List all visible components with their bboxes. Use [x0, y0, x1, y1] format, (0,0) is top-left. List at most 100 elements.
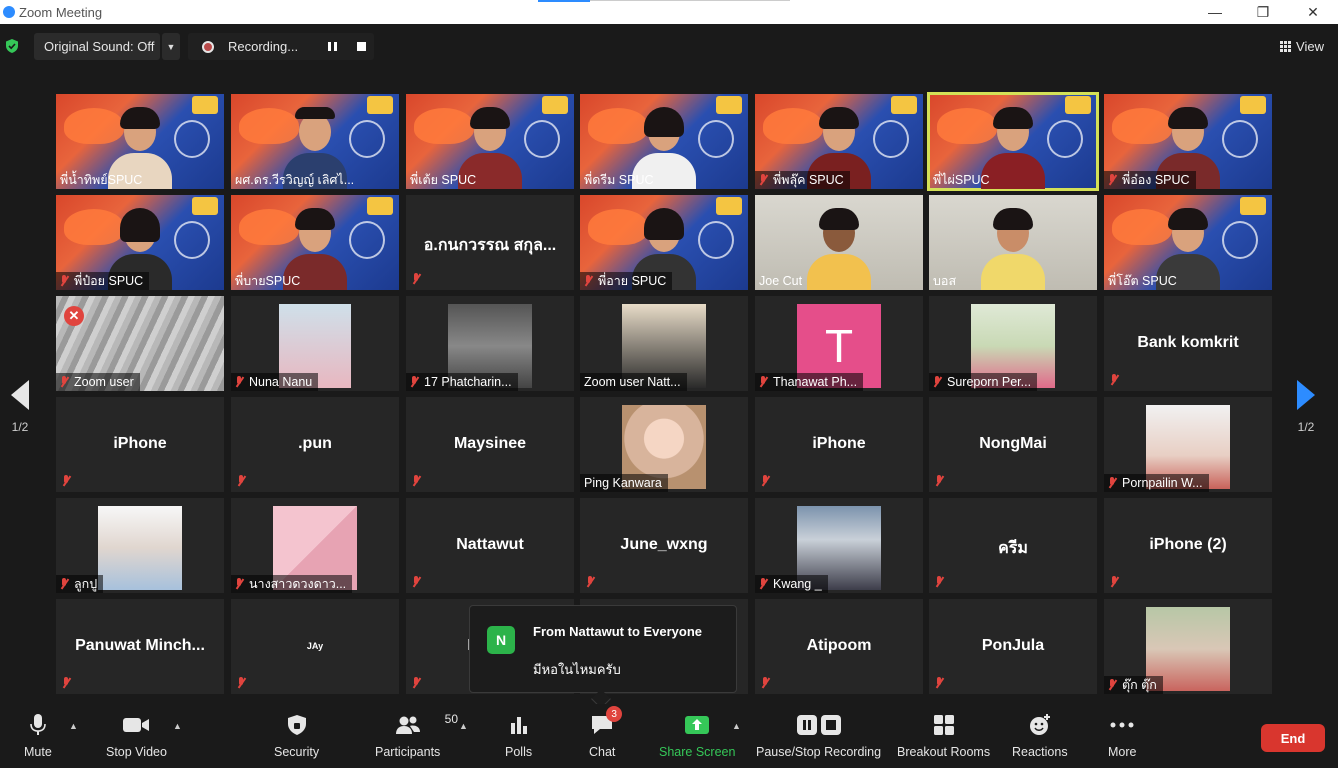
next-page[interactable]: 1/2: [1291, 380, 1321, 434]
audio-options-caret[interactable]: ▲: [69, 721, 78, 731]
video-tile-off[interactable]: Bank komkrit: [1104, 296, 1272, 391]
participant-name: พี่อาย SPUC: [598, 274, 667, 288]
close-window-button[interactable]: ✕: [1290, 0, 1336, 24]
muted-mic-icon: [1110, 576, 1118, 588]
video-tile[interactable]: พี่อ๋อง SPUC: [1104, 94, 1272, 189]
video-tile[interactable]: Nuna Nanu: [231, 296, 399, 391]
stop-video-label: Stop Video: [106, 745, 167, 759]
maximize-button[interactable]: ❐: [1240, 0, 1286, 24]
participant-name: ตุ๊ก ตุ๊ก: [1122, 678, 1157, 692]
video-tile[interactable]: นางสาวดวงดาว...: [231, 498, 399, 593]
video-tile-off[interactable]: NongMai: [929, 397, 1097, 492]
muted-mic-icon: [759, 376, 767, 388]
original-sound-caret[interactable]: ▼: [162, 33, 180, 60]
muted-mic-icon: [412, 273, 420, 285]
video-tile-off[interactable]: Atipoom: [755, 599, 923, 694]
participant-name-label: Sureporn Per...: [929, 373, 1038, 391]
chat-button[interactable]: 3 Chat: [589, 706, 623, 759]
reactions-label: Reactions: [1012, 745, 1068, 759]
video-tile-off[interactable]: iPhone (2): [1104, 498, 1272, 593]
title-accent-line: [590, 0, 790, 1]
polls-button[interactable]: Polls: [505, 712, 532, 759]
participants-button[interactable]: 50 Participants: [375, 712, 458, 759]
share-screen-icon: [684, 712, 710, 738]
participant-name: พี่เต้ย SPUC: [410, 173, 477, 187]
video-tile-off[interactable]: Maysinee: [406, 397, 574, 492]
video-tile[interactable]: Joe Cut: [755, 195, 923, 290]
video-tile[interactable]: Pornpailin W...: [1104, 397, 1272, 492]
video-tile-off[interactable]: PonJula: [929, 599, 1097, 694]
share-screen-label: Share Screen: [659, 745, 736, 759]
muted-mic-icon: [235, 376, 243, 388]
participant-display-name: iPhone (2): [1149, 536, 1227, 553]
profile-picture: [98, 506, 182, 590]
video-tile-off[interactable]: Nattawut: [406, 498, 574, 593]
participant-display-name: ครีม: [998, 540, 1028, 557]
original-sound-button[interactable]: Original Sound: Off: [34, 33, 160, 60]
participant-name: Pornpailin W...: [1122, 476, 1203, 490]
video-tile[interactable]: Ping Kanwara: [580, 397, 748, 492]
video-tile[interactable]: พี่ป๋อย SPUC: [56, 195, 224, 290]
video-tile[interactable]: พี่ดรีม SPUC: [580, 94, 748, 189]
participant-name-label: ตุ๊ก ตุ๊ก: [1104, 676, 1163, 694]
video-tile[interactable]: ผศ.ดร.วีรวิญญ์ เลิศไ...: [231, 94, 399, 189]
breakout-rooms-button[interactable]: Breakout Rooms: [897, 712, 990, 759]
more-button[interactable]: More: [1108, 712, 1136, 759]
video-tile-off[interactable]: JAy: [231, 599, 399, 694]
stop-video-button[interactable]: Stop Video: [106, 712, 167, 759]
participant-display-name: Panuwat Minch...: [75, 637, 205, 654]
video-tile[interactable]: พี่เต้ย SPUC: [406, 94, 574, 189]
close-icon[interactable]: ✕: [64, 306, 84, 326]
video-tile-off[interactable]: ครีม: [929, 498, 1097, 593]
video-tile-off[interactable]: iPhone: [755, 397, 923, 492]
video-tile[interactable]: พี่โอ๊ต SPUC: [1104, 195, 1272, 290]
participant-name: บอส: [933, 274, 957, 288]
video-tile[interactable]: 17 Phatcharin...: [406, 296, 574, 391]
polls-icon: [509, 712, 529, 738]
security-button[interactable]: Security: [274, 712, 319, 759]
muted-mic-icon: [410, 376, 418, 388]
video-tile[interactable]: T Thanawat Ph...: [755, 296, 923, 391]
mute-button[interactable]: Mute: [24, 712, 52, 759]
share-screen-button[interactable]: Share Screen: [659, 712, 735, 759]
view-button[interactable]: View: [1276, 33, 1328, 59]
stop-recording-icon[interactable]: [357, 42, 366, 51]
arrow-right-icon[interactable]: [1297, 380, 1315, 410]
video-options-caret[interactable]: ▲: [173, 721, 182, 731]
participant-name-label: ลูกปู: [56, 575, 104, 593]
video-tile-off[interactable]: .pun: [231, 397, 399, 492]
video-tile[interactable]: ตุ๊ก ตุ๊ก: [1104, 599, 1272, 694]
chat-notification[interactable]: N From Nattawut to Everyone มีหอในไหมครั…: [469, 605, 737, 709]
video-tile-off[interactable]: June_wxng: [580, 498, 748, 593]
video-tile[interactable]: บอส: [929, 195, 1097, 290]
video-tile-active-speaker[interactable]: พี่ไผ่SPUC: [927, 92, 1099, 191]
pause-recording-icon[interactable]: [328, 42, 337, 51]
minimize-button[interactable]: —: [1192, 0, 1238, 24]
video-tile[interactable]: Kwang _: [755, 498, 923, 593]
microphone-icon: [30, 712, 46, 738]
share-options-caret[interactable]: ▲: [732, 721, 741, 731]
participants-caret[interactable]: ▲: [459, 721, 468, 731]
video-tile[interactable]: Zoom user Natt...: [580, 296, 748, 391]
sender-avatar: N: [487, 626, 515, 654]
video-tile[interactable]: พี่อาย SPUC: [580, 195, 748, 290]
video-tile[interactable]: ลูกปู: [56, 498, 224, 593]
shield-icon[interactable]: [4, 38, 20, 54]
previous-page[interactable]: 1/2: [5, 380, 35, 434]
video-tile[interactable]: ✕ Zoom user: [56, 296, 224, 391]
video-tile[interactable]: พี่พลุ๊ค SPUC: [755, 94, 923, 189]
breakout-rooms-label: Breakout Rooms: [897, 745, 991, 759]
video-tile-off[interactable]: iPhone: [56, 397, 224, 492]
arrow-left-icon[interactable]: [11, 380, 29, 410]
end-meeting-button[interactable]: End: [1261, 724, 1325, 752]
title-accent: [538, 0, 590, 2]
video-tile[interactable]: พี่น้ำทิพย์SPUC: [56, 94, 224, 189]
video-tile[interactable]: พี่บายSPUC: [231, 195, 399, 290]
video-tile-off[interactable]: อ.กนกวรรณ สกุล...: [406, 195, 574, 290]
pause-stop-recording-button[interactable]: Pause/Stop Recording: [756, 712, 881, 759]
video-tile-off[interactable]: Panuwat Minch...: [56, 599, 224, 694]
participants-label: Participants: [375, 745, 441, 759]
recording-dot-icon: [202, 40, 214, 53]
video-tile[interactable]: Sureporn Per...: [929, 296, 1097, 391]
reactions-button[interactable]: Reactions: [1012, 712, 1068, 759]
